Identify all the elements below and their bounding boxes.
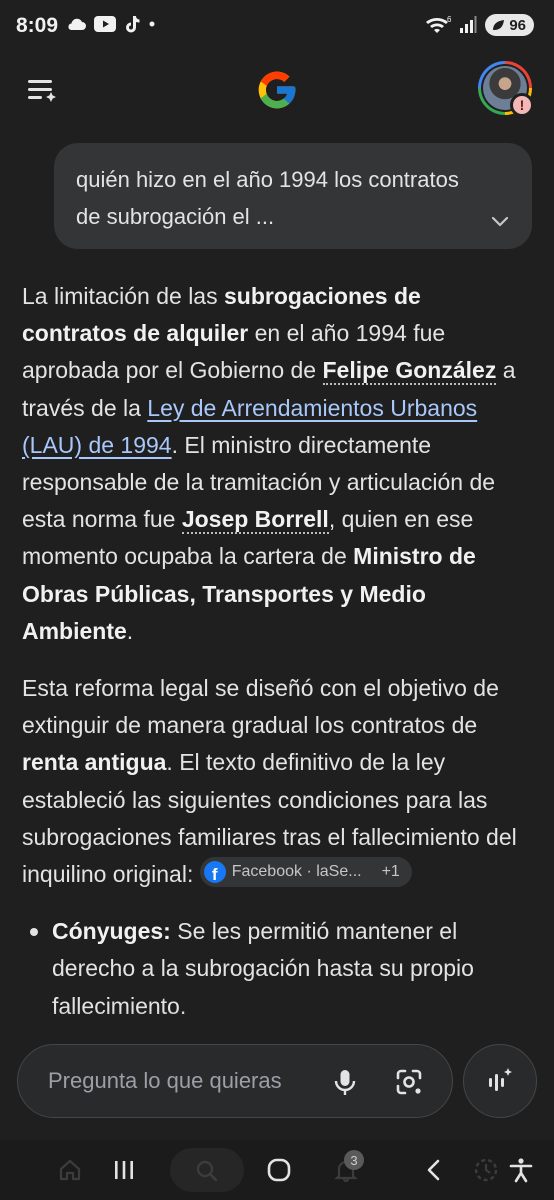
source-chip-label: Facebook · laSe...: [231, 863, 362, 881]
google-logo[interactable]: [255, 68, 299, 112]
answer-paragraph-1: La limitación de las subrogaciones de co…: [22, 283, 516, 644]
mic-icon: [334, 1070, 356, 1095]
ai-mode-button[interactable]: [463, 1044, 537, 1118]
nav-home[interactable]: [54, 1154, 86, 1186]
menu-sparkle-icon: [28, 80, 56, 102]
menu-button[interactable]: [24, 72, 60, 108]
answer-paragraph-2: Esta reforma legal se diseñó con el obje…: [22, 675, 517, 888]
list-item: Cónyuges: Se les permitió mantener el de…: [30, 913, 522, 1025]
google-g-icon: [258, 71, 296, 109]
battery-level: 96: [509, 16, 526, 34]
nav-activity[interactable]: [470, 1154, 502, 1186]
notification-count: 3: [344, 1150, 364, 1170]
lens-button[interactable]: [392, 1065, 426, 1099]
tiktok-icon: [126, 16, 140, 33]
source-chip-extra: +1: [381, 863, 400, 881]
nav-home-button[interactable]: [263, 1154, 295, 1186]
nav-accessibility[interactable]: [505, 1154, 537, 1186]
status-bar: 8:09 6 96: [0, 0, 554, 52]
account-avatar[interactable]: !: [478, 61, 534, 117]
account-alert-icon: !: [510, 93, 534, 117]
answer-bullet-list: Cónyuges: Se les permitió mantener el de…: [22, 913, 522, 1025]
query-text: quién hizo en el año 1994 los contratos …: [76, 167, 459, 229]
source-chip[interactable]: f Facebook · laSe... +1: [199, 857, 412, 888]
app-bar: !: [0, 60, 554, 120]
network-label: 6: [447, 15, 451, 24]
nav-recents[interactable]: [108, 1154, 140, 1186]
nav-back[interactable]: [418, 1154, 450, 1186]
battery-indicator: 96: [485, 14, 534, 36]
ask-input-placeholder: Pregunta lo que quieras: [48, 1068, 282, 1093]
nav-search[interactable]: [170, 1148, 244, 1192]
chevron-down-icon[interactable]: [488, 209, 512, 233]
ask-input[interactable]: Pregunta lo que quieras: [17, 1044, 453, 1118]
lens-icon: [396, 1069, 422, 1095]
entity-felipe-gonzalez[interactable]: Felipe González: [322, 357, 497, 386]
bottom-nav-bar: 3: [0, 1140, 554, 1200]
ai-mode-icon: [489, 1068, 512, 1091]
status-time: 8:09: [16, 14, 59, 37]
home-icon: [59, 1159, 81, 1181]
cloud-icon: [68, 18, 86, 30]
home-circle-icon: [267, 1158, 291, 1182]
entity-josep-borrell[interactable]: Josep Borrell: [181, 506, 329, 535]
voice-search-button[interactable]: [328, 1065, 362, 1099]
dot-icon: [149, 21, 155, 27]
accessibility-icon: [509, 1158, 533, 1183]
search-icon: [196, 1160, 218, 1182]
nav-notifications[interactable]: 3: [330, 1150, 364, 1186]
query-bubble[interactable]: quién hizo en el año 1994 los contratos …: [54, 143, 532, 249]
wifi-icon: 6: [426, 15, 451, 33]
youtube-icon: [94, 16, 116, 32]
activity-icon: [474, 1158, 498, 1182]
facebook-icon: f: [203, 861, 226, 884]
input-area: Pregunta lo que quieras: [0, 1030, 554, 1140]
ai-answer: La limitación de las subrogaciones de co…: [22, 278, 522, 1025]
back-icon: [427, 1159, 440, 1181]
status-notification-icons: [66, 15, 156, 33]
status-system-icons: 6 96: [425, 14, 534, 36]
signal-icon: [460, 16, 477, 33]
recents-icon: [115, 1161, 133, 1179]
battery-saver-icon: [493, 20, 505, 30]
